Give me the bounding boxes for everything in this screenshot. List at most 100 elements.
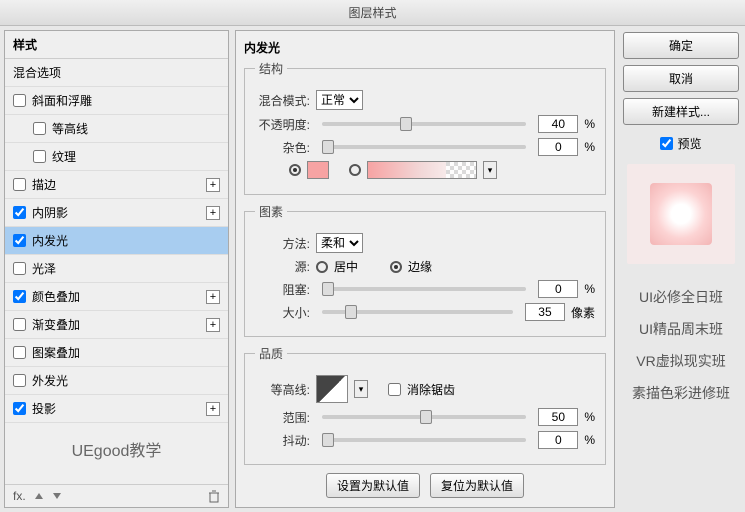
style-checkbox[interactable] bbox=[13, 346, 26, 359]
method-select[interactable]: 柔和 bbox=[316, 233, 363, 253]
choke-slider[interactable] bbox=[322, 287, 526, 291]
style-row[interactable]: 内发光 bbox=[5, 227, 228, 255]
jitter-label: 抖动: bbox=[255, 432, 310, 449]
dialog-content: 样式 混合选项 斜面和浮雕等高线纹理描边+内阴影+内发光光泽颜色叠加+渐变叠加+… bbox=[0, 26, 745, 512]
choke-input[interactable] bbox=[538, 280, 578, 298]
preview-label: 预览 bbox=[677, 135, 701, 152]
blend-options-row[interactable]: 混合选项 bbox=[5, 59, 228, 87]
cancel-button[interactable]: 取消 bbox=[623, 65, 739, 92]
style-label: 内阴影 bbox=[32, 204, 68, 221]
ok-button[interactable]: 确定 bbox=[623, 32, 739, 59]
trash-icon[interactable] bbox=[208, 490, 220, 503]
range-input[interactable] bbox=[538, 408, 578, 426]
style-row[interactable]: 光泽 bbox=[5, 255, 228, 283]
contour-picker[interactable] bbox=[316, 375, 348, 403]
opacity-label: 不透明度: bbox=[255, 116, 310, 133]
window-title: 图层样式 bbox=[0, 0, 745, 26]
action-panel: 确定 取消 新建样式... 预览 UI必修全日班 UI精品周末班 VR虚拟现实班… bbox=[621, 30, 741, 508]
source-edge-radio[interactable] bbox=[390, 261, 402, 273]
gradient-source-radio[interactable] bbox=[349, 164, 361, 176]
style-checkbox[interactable] bbox=[13, 234, 26, 247]
range-slider[interactable] bbox=[322, 415, 526, 419]
add-instance-icon[interactable]: + bbox=[206, 178, 220, 192]
add-instance-icon[interactable]: + bbox=[206, 290, 220, 304]
size-slider[interactable] bbox=[322, 310, 513, 314]
choke-unit: % bbox=[584, 282, 595, 296]
style-row[interactable]: 内阴影 + bbox=[5, 199, 228, 227]
blend-mode-select[interactable]: 正常 bbox=[316, 90, 363, 110]
style-label: 外发光 bbox=[32, 372, 68, 389]
gradient-dropdown-icon[interactable]: ▾ bbox=[483, 161, 497, 179]
style-checkbox[interactable] bbox=[13, 262, 26, 275]
source-center-radio[interactable] bbox=[316, 261, 328, 273]
color-source-radio[interactable] bbox=[289, 164, 301, 176]
style-checkbox[interactable] bbox=[13, 94, 26, 107]
style-checkbox[interactable] bbox=[13, 318, 26, 331]
elements-group: 图素 方法: 柔和 源: 居中 边缘 阻塞: % bbox=[244, 203, 606, 337]
style-checkbox[interactable] bbox=[13, 290, 26, 303]
style-row[interactable]: 外发光 bbox=[5, 367, 228, 395]
blend-options-label: 混合选项 bbox=[13, 64, 61, 81]
promo-text-4: 素描色彩进修班 bbox=[623, 380, 739, 406]
styles-list-panel: 样式 混合选项 斜面和浮雕等高线纹理描边+内阴影+内发光光泽颜色叠加+渐变叠加+… bbox=[4, 30, 229, 508]
noise-input[interactable] bbox=[538, 138, 578, 156]
watermark-text: UEgood教学 bbox=[5, 423, 228, 475]
set-default-button[interactable]: 设置为默认值 bbox=[326, 473, 420, 498]
style-row[interactable]: 渐变叠加 + bbox=[5, 311, 228, 339]
contour-label: 等高线: bbox=[255, 381, 310, 398]
style-checkbox[interactable] bbox=[13, 374, 26, 387]
style-row[interactable]: 纹理 bbox=[5, 143, 228, 171]
style-label: 描边 bbox=[32, 176, 56, 193]
antialias-checkbox[interactable] bbox=[388, 383, 401, 396]
opacity-input[interactable] bbox=[538, 115, 578, 133]
color-swatch[interactable] bbox=[307, 161, 329, 179]
style-row[interactable]: 等高线 bbox=[5, 115, 228, 143]
style-checkbox[interactable] bbox=[13, 402, 26, 415]
opacity-unit: % bbox=[584, 117, 595, 131]
choke-label: 阻塞: bbox=[255, 281, 310, 298]
quality-group: 品质 等高线: ▾ 消除锯齿 范围: % 抖动: bbox=[244, 345, 606, 465]
new-style-button[interactable]: 新建样式... bbox=[623, 98, 739, 125]
style-label: 图案叠加 bbox=[32, 344, 80, 361]
noise-slider[interactable] bbox=[322, 145, 526, 149]
preview-checkbox[interactable] bbox=[660, 137, 673, 150]
add-instance-icon[interactable]: + bbox=[206, 318, 220, 332]
style-row[interactable]: 投影 + bbox=[5, 395, 228, 423]
arrow-down-icon[interactable] bbox=[52, 491, 62, 501]
antialias-label: 消除锯齿 bbox=[407, 381, 455, 398]
reset-default-button[interactable]: 复位为默认值 bbox=[430, 473, 524, 498]
style-checkbox[interactable] bbox=[33, 122, 46, 135]
style-label: 斜面和浮雕 bbox=[32, 92, 92, 109]
contour-dropdown-icon[interactable]: ▾ bbox=[354, 380, 368, 398]
arrow-up-icon[interactable] bbox=[34, 491, 44, 501]
style-row[interactable]: 图案叠加 bbox=[5, 339, 228, 367]
jitter-unit: % bbox=[584, 433, 595, 447]
quality-legend: 品质 bbox=[255, 345, 287, 362]
style-row[interactable]: 颜色叠加+ bbox=[5, 283, 228, 311]
style-checkbox[interactable] bbox=[13, 206, 26, 219]
source-edge-label: 边缘 bbox=[408, 258, 432, 275]
style-label: 内发光 bbox=[32, 232, 68, 249]
fx-label[interactable]: fx. bbox=[13, 489, 26, 503]
add-instance-icon[interactable]: + bbox=[206, 402, 220, 416]
range-unit: % bbox=[584, 410, 595, 424]
style-label: 投影 bbox=[32, 400, 56, 417]
source-center-label: 居中 bbox=[334, 258, 358, 275]
layer-style-dialog: 图层样式 样式 混合选项 斜面和浮雕等高线纹理描边+内阴影+内发光光泽颜色叠加+… bbox=[0, 0, 745, 512]
style-label: 等高线 bbox=[52, 120, 88, 137]
style-row[interactable]: 斜面和浮雕 bbox=[5, 87, 228, 115]
panel-title: 内发光 bbox=[244, 39, 606, 56]
settings-panel: 内发光 结构 混合模式: 正常 不透明度: % 杂色: % bbox=[235, 30, 615, 508]
gradient-swatch[interactable] bbox=[367, 161, 477, 179]
style-label: 渐变叠加 bbox=[32, 316, 80, 333]
range-label: 范围: bbox=[255, 409, 310, 426]
add-instance-icon[interactable]: + bbox=[206, 206, 220, 220]
opacity-slider[interactable] bbox=[322, 122, 526, 126]
jitter-slider[interactable] bbox=[322, 438, 526, 442]
style-checkbox[interactable] bbox=[33, 150, 46, 163]
jitter-input[interactable] bbox=[538, 431, 578, 449]
style-row[interactable]: 描边 + bbox=[5, 171, 228, 199]
size-input[interactable] bbox=[525, 303, 565, 321]
size-label: 大小: bbox=[255, 304, 310, 321]
style-checkbox[interactable] bbox=[13, 178, 26, 191]
